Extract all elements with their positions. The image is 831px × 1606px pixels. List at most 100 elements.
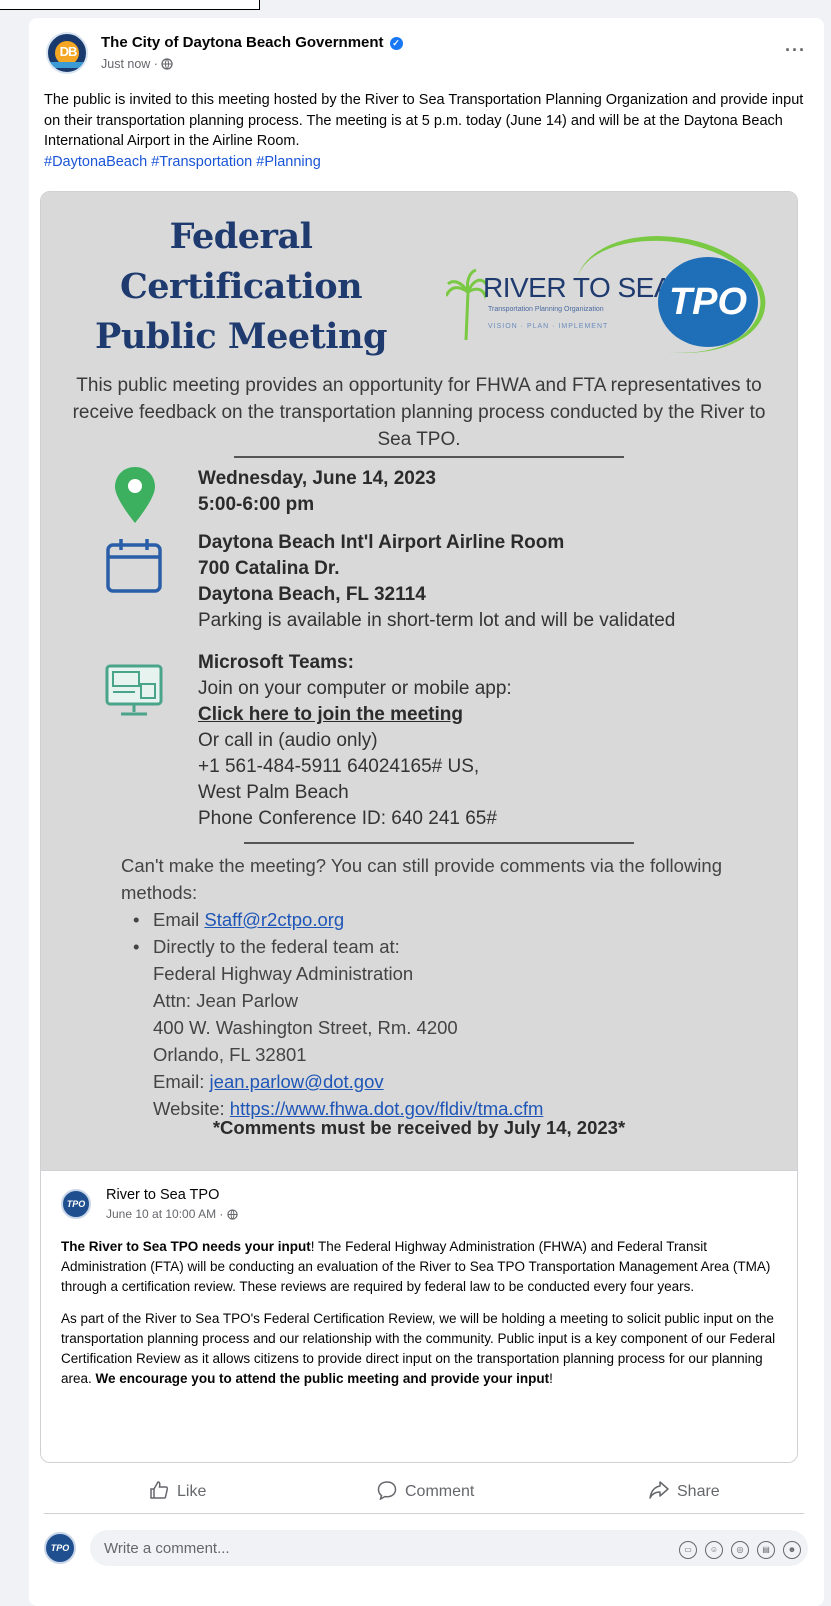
avatar-wave-shape bbox=[48, 62, 86, 68]
verified-badge-icon: ✓ bbox=[389, 37, 403, 50]
flyer-intro: This public meeting provides an opportun… bbox=[72, 375, 766, 450]
flyer-image[interactable]: Federal Certification Public Meeting RIV… bbox=[41, 192, 797, 1170]
more-options-button[interactable]: ··· bbox=[785, 40, 806, 61]
flyer-title-line-2: Certification bbox=[119, 266, 363, 307]
post-actions: Like Comment Share bbox=[44, 1468, 804, 1514]
shared-paragraph-2: As part of the River to Sea TPO's Federa… bbox=[61, 1309, 781, 1389]
p2-bold: We encourage you to attend the public me… bbox=[95, 1371, 550, 1386]
gif-icon[interactable]: ▤ bbox=[757, 1541, 775, 1559]
hashtags: #DaytonaBeach #Transportation #Planning bbox=[44, 152, 814, 173]
flyer-title: Federal Certification Public Meeting bbox=[91, 212, 391, 362]
page-avatar[interactable]: DB bbox=[46, 32, 88, 74]
shared-post[interactable]: TPO River to Sea TPO June 10 at 10:00 AM… bbox=[41, 1170, 797, 1462]
flyer-title-line-3: Public Meeting bbox=[95, 316, 388, 357]
comment-button[interactable]: Comment bbox=[377, 1480, 474, 1501]
share-button[interactable]: Share bbox=[649, 1480, 720, 1501]
sticker-icon[interactable]: ▭ bbox=[679, 1541, 697, 1559]
current-user-avatar[interactable]: TPO bbox=[44, 1532, 76, 1564]
direct-text: Directly to the federal team at: bbox=[153, 936, 400, 957]
globe-icon bbox=[227, 1209, 238, 1220]
p2-end: ! bbox=[549, 1371, 553, 1386]
post-time-text[interactable]: Just now · bbox=[101, 57, 161, 71]
conference-id: Phone Conference ID: 640 241 65# bbox=[198, 808, 497, 829]
shared-post-text: The River to Sea TPO needs your input! T… bbox=[61, 1237, 781, 1401]
post-header: DB The City of Daytona Beach Government ✓… bbox=[46, 32, 806, 84]
post-body: The public is invited to this meeting ho… bbox=[44, 92, 804, 149]
bullet: • bbox=[133, 909, 140, 930]
like-button[interactable]: Like bbox=[149, 1480, 206, 1501]
meeting-date: Wednesday, June 14, 2023 bbox=[198, 468, 436, 489]
parking-note: Parking is available in short-term lot a… bbox=[198, 610, 676, 631]
comment-label: Comment bbox=[405, 1483, 475, 1500]
comments-intro: Can't make the meeting? You can still pr… bbox=[121, 855, 722, 903]
methods-list: • Email Staff@r2ctpo.org • Directly to th… bbox=[121, 906, 761, 1122]
top-frame-edge bbox=[0, 0, 260, 10]
address-city: Orlando, FL 32801 bbox=[153, 1044, 307, 1065]
email-label: Email bbox=[153, 909, 205, 930]
meeting-city: Daytona Beach, FL 32114 bbox=[198, 584, 426, 605]
flyer-title-line-1: Federal bbox=[169, 216, 313, 257]
website-label: Website: bbox=[153, 1098, 230, 1119]
divider bbox=[234, 456, 624, 458]
email2-label: Email: bbox=[153, 1071, 210, 1092]
emoji-icon[interactable]: ☺ bbox=[705, 1541, 723, 1559]
avatar-db-logo: DB bbox=[59, 44, 78, 59]
page-name-link[interactable]: The City of Daytona Beach Government bbox=[101, 34, 384, 51]
meeting-time: 5:00-6:00 pm bbox=[198, 494, 315, 515]
calendar-icon bbox=[106, 539, 162, 593]
meeting-street: 700 Catalina Dr. bbox=[198, 558, 340, 579]
comment-methods: Can't make the meeting? You can still pr… bbox=[121, 852, 761, 1122]
address-street: 400 W. Washington Street, Rm. 4200 bbox=[153, 1017, 458, 1038]
shared-content[interactable]: Federal Certification Public Meeting RIV… bbox=[40, 191, 798, 1463]
call-in-text: Or call in (audio only) bbox=[198, 730, 378, 751]
attn-text: Attn: Jean Parlow bbox=[153, 990, 298, 1011]
share-arrow-icon bbox=[649, 1481, 669, 1499]
comment-composer: TPO ▭ ☺ ◎ ▤ ☻ bbox=[44, 1528, 809, 1568]
tpo-avatar[interactable]: TPO bbox=[61, 1189, 91, 1219]
phone-number: +1 561-484-5911 64024165# US, bbox=[198, 756, 480, 777]
divider bbox=[244, 842, 634, 844]
staff-email-link[interactable]: Staff@r2ctpo.org bbox=[204, 909, 344, 930]
fhwa-name: Federal Highway Administration bbox=[153, 963, 414, 984]
logo-tpo-badge: TPO bbox=[658, 257, 758, 347]
p1-bold: The River to Sea TPO needs your input bbox=[61, 1239, 311, 1254]
shared-timestamp[interactable]: June 10 at 10:00 AM · bbox=[106, 1207, 238, 1221]
like-label: Like bbox=[177, 1483, 207, 1500]
logo-subtitle: Transportation Planning Organization bbox=[488, 306, 604, 313]
post-card: DB The City of Daytona Beach Government ✓… bbox=[29, 18, 824, 1606]
method-email: • Email Staff@r2ctpo.org bbox=[121, 906, 761, 933]
hashtag-daytonabeach[interactable]: #DaytonaBeach bbox=[44, 154, 147, 170]
shared-time-text[interactable]: June 10 at 10:00 AM · bbox=[106, 1207, 227, 1221]
shared-paragraph-1: The River to Sea TPO needs your input! T… bbox=[61, 1237, 781, 1297]
avatar-sticker-icon[interactable]: ☻ bbox=[783, 1541, 801, 1559]
share-label: Share bbox=[677, 1483, 720, 1500]
parlow-email-link[interactable]: jean.parlow@dot.gov bbox=[210, 1071, 384, 1092]
river-to-sea-logo: RIVER TO SEA Transportation Planning Org… bbox=[446, 224, 774, 365]
logo-tagline: VISION · PLAN · IMPLEMENT bbox=[488, 323, 609, 330]
join-meeting-link[interactable]: Click here to join the meeting bbox=[198, 704, 463, 725]
computer-icon bbox=[105, 664, 163, 716]
bullet: • bbox=[133, 936, 140, 957]
teams-title: Microsoft Teams: bbox=[198, 652, 354, 673]
date-block: Wednesday, June 14, 2023 5:00-6:00 pm bbox=[198, 466, 436, 518]
hashtag-planning[interactable]: #Planning bbox=[256, 154, 321, 170]
page-name[interactable]: The City of Daytona Beach Government ✓ bbox=[101, 34, 403, 51]
teams-join-text: Join on your computer or mobile app: bbox=[198, 678, 512, 699]
meeting-location: Daytona Beach Int'l Airport Airline Room bbox=[198, 532, 565, 553]
hashtag-transportation[interactable]: #Transportation bbox=[151, 154, 252, 170]
phone-city: West Palm Beach bbox=[198, 782, 349, 803]
post-timestamp[interactable]: Just now · bbox=[101, 57, 174, 71]
method-direct: • Directly to the federal team at: Feder… bbox=[121, 933, 761, 1122]
location-block: Daytona Beach Int'l Airport Airline Room… bbox=[198, 530, 675, 634]
shared-page-name[interactable]: River to Sea TPO bbox=[106, 1187, 219, 1203]
comment-tools: ▭ ☺ ◎ ▤ ☻ bbox=[671, 1539, 801, 1559]
post-text: The public is invited to this meeting ho… bbox=[44, 90, 814, 172]
thumbs-up-icon bbox=[150, 1481, 169, 1499]
teams-block: Microsoft Teams: Join on your computer o… bbox=[198, 650, 512, 832]
globe-icon bbox=[161, 58, 174, 70]
location-pin-icon bbox=[115, 467, 155, 523]
deadline-note: *Comments must be received by July 14, 2… bbox=[212, 1117, 626, 1138]
comment-bubble-icon bbox=[377, 1481, 397, 1501]
fhwa-website-link[interactable]: https://www.fhwa.dot.gov/fldiv/tma.cfm bbox=[230, 1098, 544, 1119]
camera-icon[interactable]: ◎ bbox=[731, 1541, 749, 1559]
